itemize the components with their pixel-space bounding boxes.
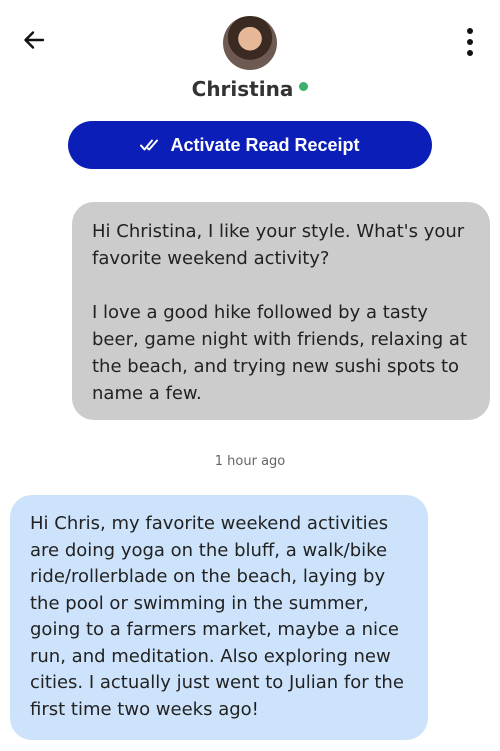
contact-name[interactable]: Christina bbox=[192, 77, 294, 101]
message-text: Hi Chris, my favorite weekend activities… bbox=[30, 513, 404, 720]
activate-read-receipt-button[interactable]: Activate Read Receipt bbox=[68, 121, 432, 169]
back-button[interactable] bbox=[18, 24, 50, 56]
message-timestamp: 1 hour ago bbox=[214, 454, 286, 469]
more-options-button[interactable] bbox=[458, 24, 482, 60]
sent-message-bubble[interactable]: Hi Christina, I like your style. What's … bbox=[72, 202, 490, 420]
contact-header: Christina bbox=[0, 76, 500, 102]
double-check-icon bbox=[140, 139, 159, 151]
read-receipt-label: Activate Read Receipt bbox=[170, 134, 360, 155]
arrow-left-icon bbox=[24, 31, 45, 49]
online-status-indicator bbox=[299, 81, 309, 91]
more-vertical-icon bbox=[467, 28, 473, 34]
received-message-bubble[interactable]: Hi Chris, my favorite weekend activities… bbox=[10, 495, 428, 740]
message-text: I love a good hike followed by a tasty b… bbox=[92, 302, 468, 404]
message-text: Hi Christina, I like your style. What's … bbox=[92, 221, 465, 269]
contact-avatar[interactable] bbox=[223, 16, 277, 70]
